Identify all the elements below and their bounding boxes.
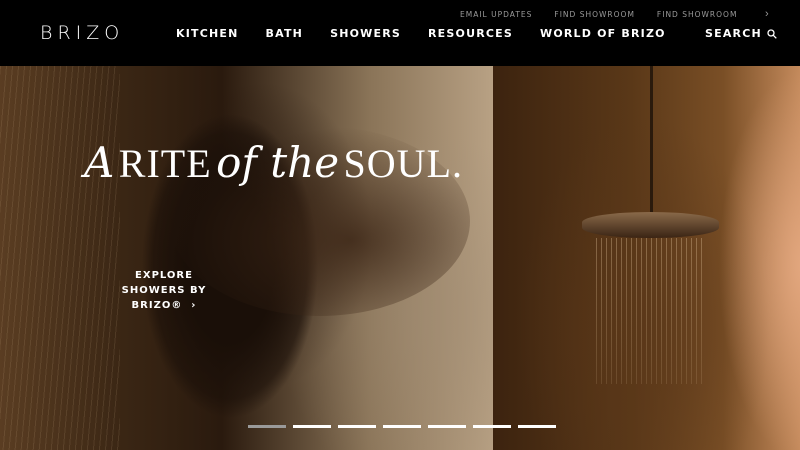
nav-showers[interactable]: SHOWERS [330,27,401,40]
carousel-dot-2[interactable] [293,425,331,428]
carousel-dot-3[interactable] [338,425,376,428]
email-updates-link[interactable]: EMAIL UPDATES [460,10,532,19]
carousel-dot-4[interactable] [383,425,421,428]
nav-world-of-brizo[interactable]: WORLD OF BRIZO [540,27,666,40]
carousel-dot-7[interactable] [518,425,556,428]
carousel-dot-6[interactable] [473,425,511,428]
carousel-dot-1[interactable] [248,425,286,428]
hero-headline: A RITE of the SOUL. [84,142,463,184]
headline-script-a: A [84,138,115,187]
carousel-dot-5[interactable] [428,425,466,428]
search-icon [767,28,777,39]
nav-kitchen[interactable]: KITCHEN [176,27,239,40]
site-header: BRIZO KITCHEN BATH SHOWERS RESOURCES WOR… [0,0,800,66]
rain-overlay [0,66,120,450]
nav-bath[interactable]: BATH [266,27,304,40]
headline-soul: SOUL. [343,141,463,186]
headline-script-of-the: of the [216,138,340,187]
search-button[interactable]: SEARCH [705,27,777,40]
find-showroom-link-2[interactable]: FIND SHOWROOM [657,10,738,19]
shower-pipe [650,66,653,214]
cta-line-1: EXPLORE SHOWERS BY [121,270,207,296]
search-label: SEARCH [705,27,762,40]
chevron-right-icon[interactable]: › [765,8,769,20]
utility-nav: EMAIL UPDATES FIND SHOWROOM FIND SHOWROO… [460,10,759,19]
water-spray [596,238,706,384]
main-nav: KITCHEN BATH SHOWERS RESOURCES WORLD OF … [176,27,693,40]
rain-showerhead [582,212,719,238]
cta-line-2: BRIZO® › [131,300,197,311]
headline-rite: RITE [118,141,212,186]
brizo-logo[interactable]: BRIZO [40,22,124,44]
find-showroom-link[interactable]: FIND SHOWROOM [554,10,635,19]
nav-resources[interactable]: RESOURCES [428,27,513,40]
chevron-right-icon: › [186,300,197,311]
carousel-indicators [248,425,556,428]
explore-showers-link[interactable]: EXPLORE SHOWERS BY BRIZO® › [106,268,222,313]
